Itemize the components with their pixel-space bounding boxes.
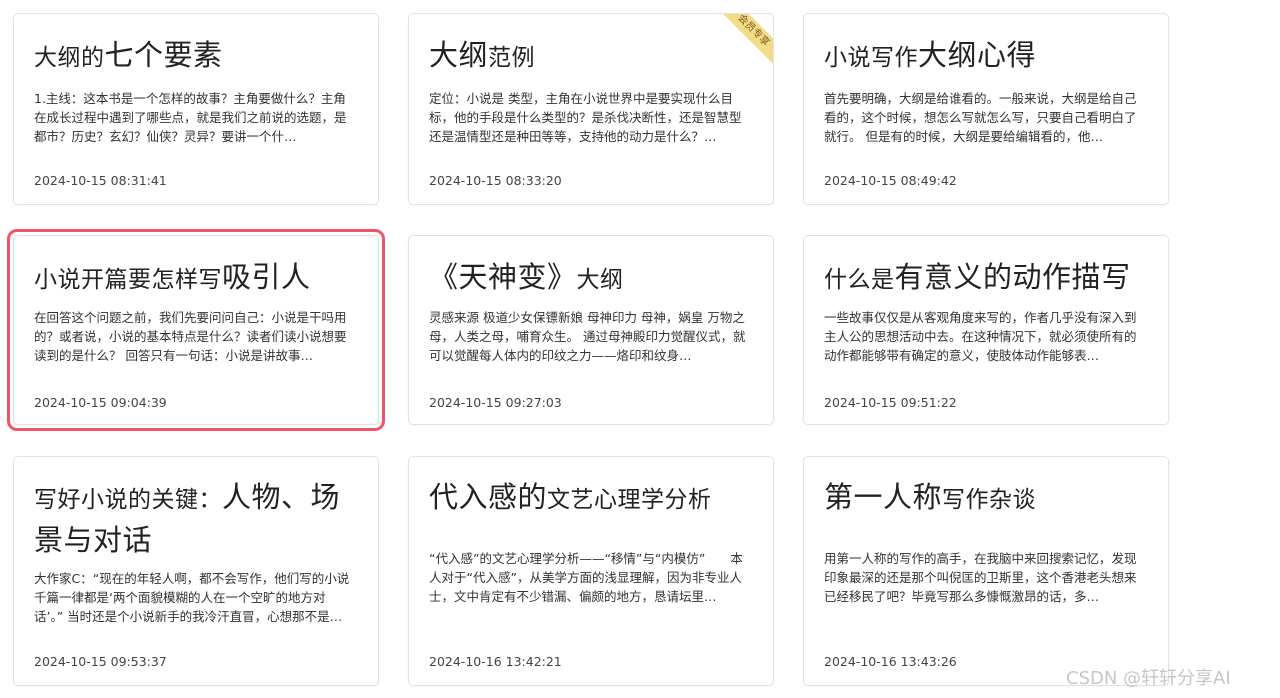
- card-title[interactable]: 大纲的七个要素: [34, 36, 358, 79]
- card-date: 2024-10-15 09:04:39: [34, 395, 167, 410]
- article-card[interactable]: 会员专享 大纲范例 定位：小说是 类型，主角在小说世界中是要实现什么目标，他的手…: [408, 13, 774, 205]
- card-excerpt: 1.主线：这本书是一个怎样的故事？主角要做什么？主角在成长过程中遇到了哪些点，就…: [34, 91, 347, 144]
- card-excerpt: 在回答这个问题之前，我们先要问问自己：小说是干吗用的？或者说，小说的基本特点是什…: [34, 310, 347, 363]
- card-title[interactable]: 什么是有意义的动作描写: [824, 258, 1148, 301]
- card-excerpt: “代入感”的文艺心理学分析——“移情”与“内模仿” 本人对于“代入感”，从美学方…: [429, 551, 743, 604]
- card-date: 2024-10-16 13:43:26: [824, 654, 957, 669]
- article-card-grid: 大纲的七个要素 1.主线：这本书是一个怎样的故事？主角要做什么？主角在成长过程中…: [0, 0, 1280, 698]
- card-date: 2024-10-15 08:49:42: [824, 173, 957, 188]
- card-title[interactable]: 小说写作大纲心得: [824, 36, 1148, 79]
- article-card[interactable]: 什么是有意义的动作描写 一些故事仅仅是从客观角度来写的，作者几乎没有深入到主人公…: [803, 235, 1169, 425]
- card-date: 2024-10-16 13:42:21: [429, 654, 562, 669]
- csdn-watermark: CSDN @轩轩分享AI: [1066, 668, 1231, 689]
- card-title[interactable]: 小说开篇要怎样写吸引人: [34, 258, 358, 301]
- article-card[interactable]: 大纲的七个要素 1.主线：这本书是一个怎样的故事？主角要做什么？主角在成长过程中…: [13, 13, 379, 205]
- card-title[interactable]: 写好小说的关键：人物、场景与对话: [34, 478, 358, 564]
- card-date: 2024-10-15 08:33:20: [429, 173, 562, 188]
- card-title[interactable]: 《天神变》大纲: [429, 258, 753, 301]
- card-title[interactable]: 代入感的文艺心理学分析: [429, 478, 753, 521]
- card-date: 2024-10-15 09:51:22: [824, 395, 957, 410]
- card-excerpt: 大作家C：“现在的年轻人啊，都不会写作，他们写的小说千篇一律都是‘两个面貌模糊的…: [34, 571, 350, 624]
- article-card[interactable]: 小说写作大纲心得 首先要明确，大纲是给谁看的。一般来说，大纲是给自己看的，这个时…: [803, 13, 1169, 205]
- card-excerpt: 用第一人称的写作的高手，在我脑中来回搜索记忆，发现印象最深的还是那个叫倪匡的卫斯…: [824, 551, 1137, 604]
- card-excerpt: 一些故事仅仅是从客观角度来写的，作者几乎没有深入到主人公的思想活动中去。在这种情…: [824, 310, 1137, 363]
- article-card-selected[interactable]: 小说开篇要怎样写吸引人 在回答这个问题之前，我们先要问问自己：小说是干吗用的？或…: [7, 229, 385, 431]
- card-title[interactable]: 大纲范例: [429, 36, 753, 79]
- card-excerpt: 首先要明确，大纲是给谁看的。一般来说，大纲是给自己看的，这个时候，想怎么写就怎么…: [824, 91, 1137, 144]
- card-excerpt: 灵感来源 极道少女保镖新娘 母神印力 母神，娲皇 万物之母，人类之母，哺育众生。…: [429, 310, 746, 363]
- card-date: 2024-10-15 09:53:37: [34, 654, 167, 669]
- article-card[interactable]: 代入感的文艺心理学分析 “代入感”的文艺心理学分析——“移情”与“内模仿” 本人…: [408, 456, 774, 686]
- article-card[interactable]: 写好小说的关键：人物、场景与对话 大作家C：“现在的年轻人啊，都不会写作，他们写…: [13, 456, 379, 686]
- article-card[interactable]: 第一人称写作杂谈 用第一人称的写作的高手，在我脑中来回搜索记忆，发现印象最深的还…: [803, 456, 1169, 686]
- card-date: 2024-10-15 09:27:03: [429, 395, 562, 410]
- card-date: 2024-10-15 08:31:41: [34, 173, 167, 188]
- article-card[interactable]: 《天神变》大纲 灵感来源 极道少女保镖新娘 母神印力 母神，娲皇 万物之母，人类…: [408, 235, 774, 425]
- card-excerpt: 定位：小说是 类型，主角在小说世界中是要实现什么目标，他的手段是什么类型的？是杀…: [429, 91, 742, 144]
- card-title[interactable]: 第一人称写作杂谈: [824, 478, 1148, 521]
